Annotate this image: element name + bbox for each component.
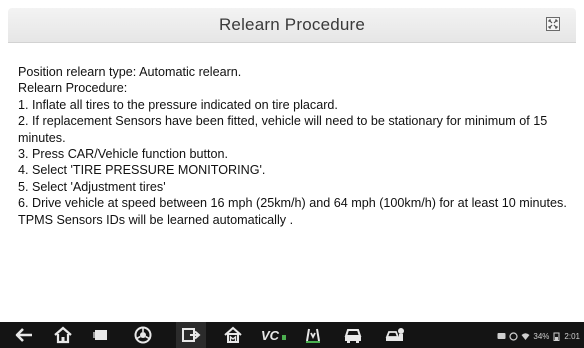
screenshot-icon[interactable] bbox=[180, 325, 202, 345]
battery-icon bbox=[553, 332, 560, 341]
clock: 2:01 bbox=[564, 331, 580, 341]
home-icon[interactable] bbox=[52, 325, 74, 345]
vci-icon[interactable]: VC bbox=[260, 325, 290, 345]
procedure-text: Position relearn type: Automatic relearn… bbox=[18, 64, 578, 228]
recent-apps-icon[interactable] bbox=[90, 325, 112, 345]
dialog-title: Relearn Procedure bbox=[218, 15, 366, 34]
alarm-icon bbox=[509, 331, 519, 341]
tpms-icon[interactable] bbox=[302, 325, 324, 345]
procedure-step-1: 1. Inflate all tires to the pressure ind… bbox=[18, 97, 338, 112]
battery-percent: 34% bbox=[533, 331, 550, 341]
app-screen: Relearn Procedure Position relearn type:… bbox=[0, 0, 584, 348]
relearn-type-line: Position relearn type: Automatic relearn… bbox=[18, 65, 242, 79]
procedure-step-2: 2. If replacement Sensors have been fitt… bbox=[18, 114, 548, 145]
procedure-step-4: 4. Select 'TIRE PRESSURE MONITORING'. bbox=[18, 163, 266, 178]
dialog-titlebar: Relearn Procedure bbox=[8, 8, 576, 43]
vehicle-icon[interactable] bbox=[342, 325, 364, 345]
status-area: 34% 2:01 bbox=[497, 329, 580, 343]
back-icon[interactable] bbox=[14, 325, 36, 345]
close-icon[interactable] bbox=[546, 17, 560, 31]
car-service-icon[interactable] bbox=[384, 325, 406, 345]
svg-text:VC: VC bbox=[261, 328, 280, 343]
procedure-step-6: 6. Drive vehicle at speed between 16 mph… bbox=[18, 196, 567, 227]
wifi-icon bbox=[521, 332, 530, 340]
chrome-icon[interactable] bbox=[132, 325, 154, 345]
navigation-bar: VC 34% 2:01 bbox=[0, 322, 584, 348]
message-icon bbox=[497, 332, 506, 339]
procedure-heading: Relearn Procedure: bbox=[18, 81, 128, 96]
procedure-step-5: 5. Select 'Adjustment tires' bbox=[18, 179, 166, 194]
diagnostic-home-icon[interactable] bbox=[222, 325, 244, 345]
procedure-step-3: 3. Press CAR/Vehicle function button. bbox=[18, 147, 229, 162]
